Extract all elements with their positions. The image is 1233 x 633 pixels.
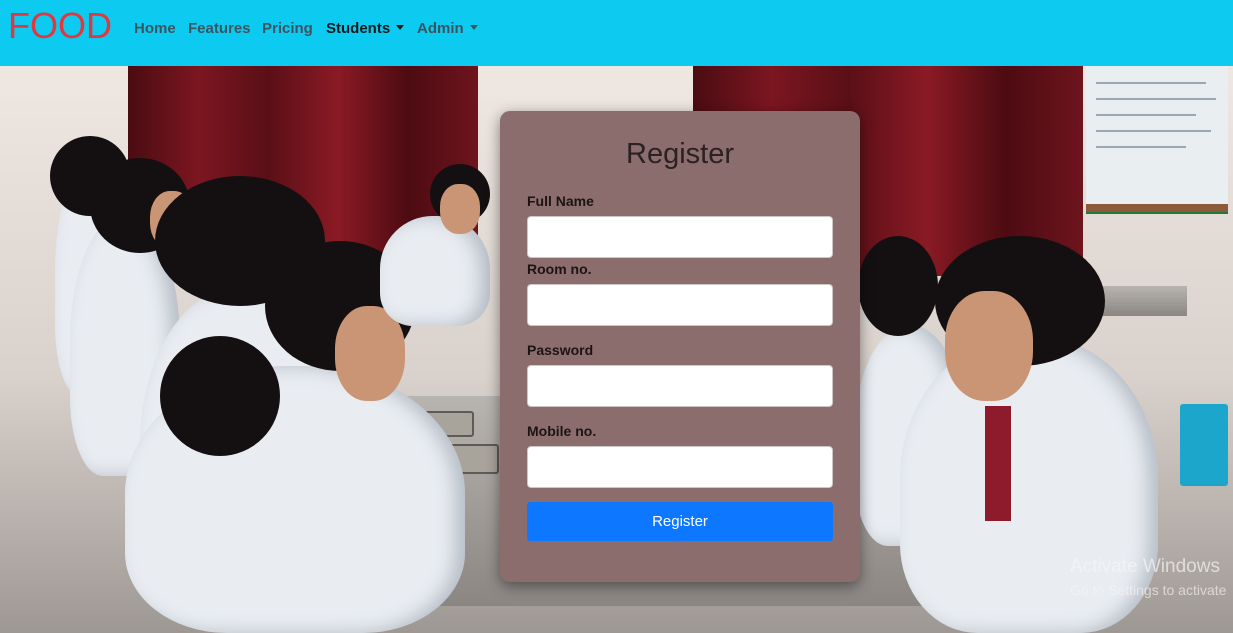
- activate-windows-title: Activate Windows: [1070, 556, 1220, 577]
- nav-admin-label: Admin: [417, 20, 464, 37]
- bucket: [1180, 404, 1228, 486]
- student-tie: [985, 406, 1011, 521]
- student-braid: [160, 336, 280, 456]
- student-face: [440, 184, 480, 234]
- student-hair: [858, 236, 938, 336]
- nav-students-label: Students: [326, 20, 391, 37]
- mobile-no-label: Mobile no.: [527, 423, 597, 439]
- room-no-input[interactable]: [527, 284, 833, 326]
- chevron-down-icon: [396, 25, 405, 30]
- room-no-label: Room no.: [527, 261, 592, 277]
- full-name-label: Full Name: [527, 193, 594, 209]
- password-label: Password: [527, 342, 594, 358]
- register-card: Register Full Name Room no. Password Mob…: [500, 111, 860, 582]
- side-table: [1095, 286, 1187, 316]
- chevron-down-icon: [469, 25, 478, 30]
- notice-board: [1086, 66, 1228, 214]
- full-name-input[interactable]: [527, 216, 833, 258]
- board-shelf: [1086, 204, 1228, 212]
- mobile-no-input[interactable]: [527, 446, 833, 488]
- activate-windows-subtitle: Go to Settings to activate: [1070, 582, 1227, 598]
- student-figure: [380, 216, 490, 326]
- top-navbar: FOOD Home Features Pricing Students Admi…: [0, 0, 1233, 66]
- password-input[interactable]: [527, 365, 833, 407]
- nav-students-dropdown[interactable]: Students: [326, 20, 405, 38]
- brand-logo-link[interactable]: FOOD: [8, 6, 112, 46]
- student-face: [945, 291, 1033, 401]
- register-button[interactable]: Register: [527, 502, 833, 541]
- nav-home-link[interactable]: Home: [134, 20, 176, 38]
- nav-pricing-link[interactable]: Pricing: [262, 20, 313, 38]
- form-title: Register: [626, 138, 734, 170]
- nav-admin-dropdown[interactable]: Admin: [417, 20, 478, 38]
- nav-features-link[interactable]: Features: [188, 20, 251, 38]
